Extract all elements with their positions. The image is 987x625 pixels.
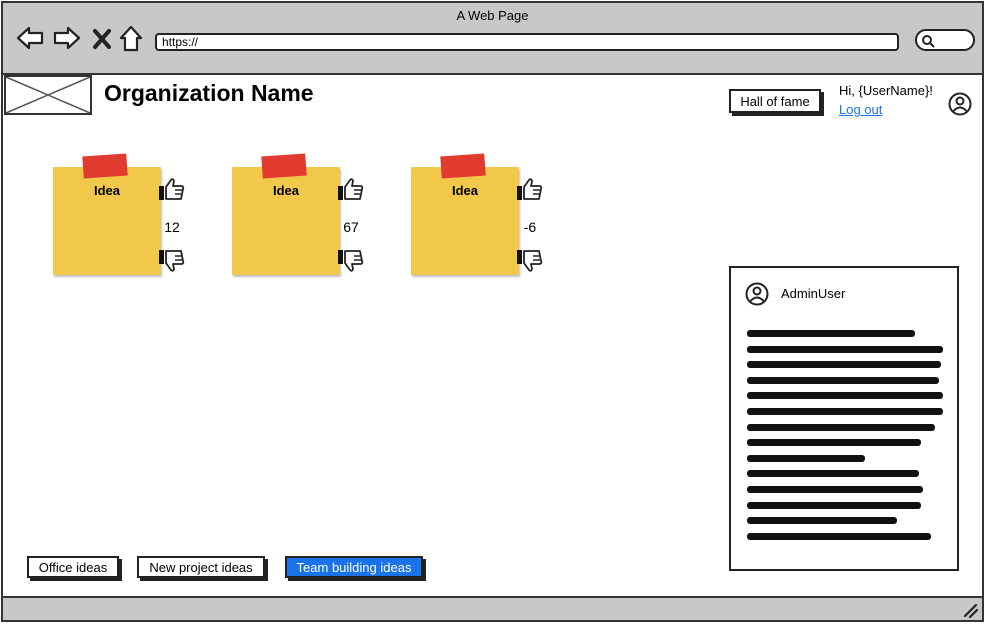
scribbled-text-line [747,345,943,353]
scribbled-text-line [747,532,931,540]
browser-window: A Web Page https:// Organization Name Ha… [1,1,984,622]
scribbled-text-line [747,392,943,400]
user-circle-icon [745,282,769,306]
vote-count: -6 [523,219,537,235]
forward-arrow-icon[interactable] [52,23,82,53]
thumbs-up-icon[interactable] [516,177,544,203]
scribbled-text-line [747,423,935,431]
user-greeting: Hi, {UserName}! [839,83,933,98]
vote-count: 12 [164,219,180,235]
idea-card: Idea -6 [411,153,571,283]
category-new-project-ideas-button[interactable]: New project ideas [137,556,265,578]
browser-toolbar: A Web Page https:// [3,3,982,75]
scribbled-text-line [747,470,919,478]
note-tape [261,153,307,179]
thumbs-up-icon[interactable] [337,177,365,203]
scribbled-text-line [747,330,915,337]
idea-card: Idea 12 [53,153,213,283]
note-tape [82,153,128,179]
back-arrow-icon[interactable] [15,23,45,53]
note-tape [440,153,486,179]
browser-status-bar [3,596,982,620]
idea-label: Idea [272,183,299,198]
window-title: A Web Page [456,8,529,23]
thumbs-down-icon[interactable] [516,247,544,273]
resize-grip-icon[interactable] [962,602,979,619]
admin-message-card: AdminUser [729,266,959,571]
scribbled-text-line [747,517,897,525]
hall-of-fame-button[interactable]: Hall of fame [729,89,821,113]
home-icon[interactable] [118,23,144,53]
admin-username: AdminUser [781,286,846,301]
idea-label: Idea [451,183,478,198]
scribbled-text-line [747,361,941,369]
idea-label: Idea [93,183,120,198]
url-input[interactable]: https:// [155,33,899,51]
search-icon [922,35,935,48]
user-circle-icon[interactable] [948,92,972,116]
category-office-ideas-button[interactable]: Office ideas [27,556,119,578]
scribbled-text-line [747,485,923,493]
admin-message-text [747,330,947,560]
thumbs-down-icon[interactable] [337,247,365,273]
close-x-icon[interactable] [91,23,113,53]
scribbled-text-line [747,501,921,509]
organization-name: Organization Name [104,80,314,106]
thumbs-up-icon[interactable] [158,177,186,203]
category-team-building-ideas-button[interactable]: Team building ideas [285,556,423,578]
idea-card: Idea 67 [232,153,392,283]
logo-placeholder [4,75,92,115]
vote-count: 67 [343,219,359,235]
scribbled-text-line [747,439,921,447]
scribbled-text-line [747,407,943,415]
thumbs-down-icon[interactable] [158,247,186,273]
browser-search-field[interactable] [915,29,975,51]
scribbled-text-line [747,376,939,384]
scribbled-text-line [747,454,865,462]
logout-link[interactable]: Log out [839,102,882,117]
